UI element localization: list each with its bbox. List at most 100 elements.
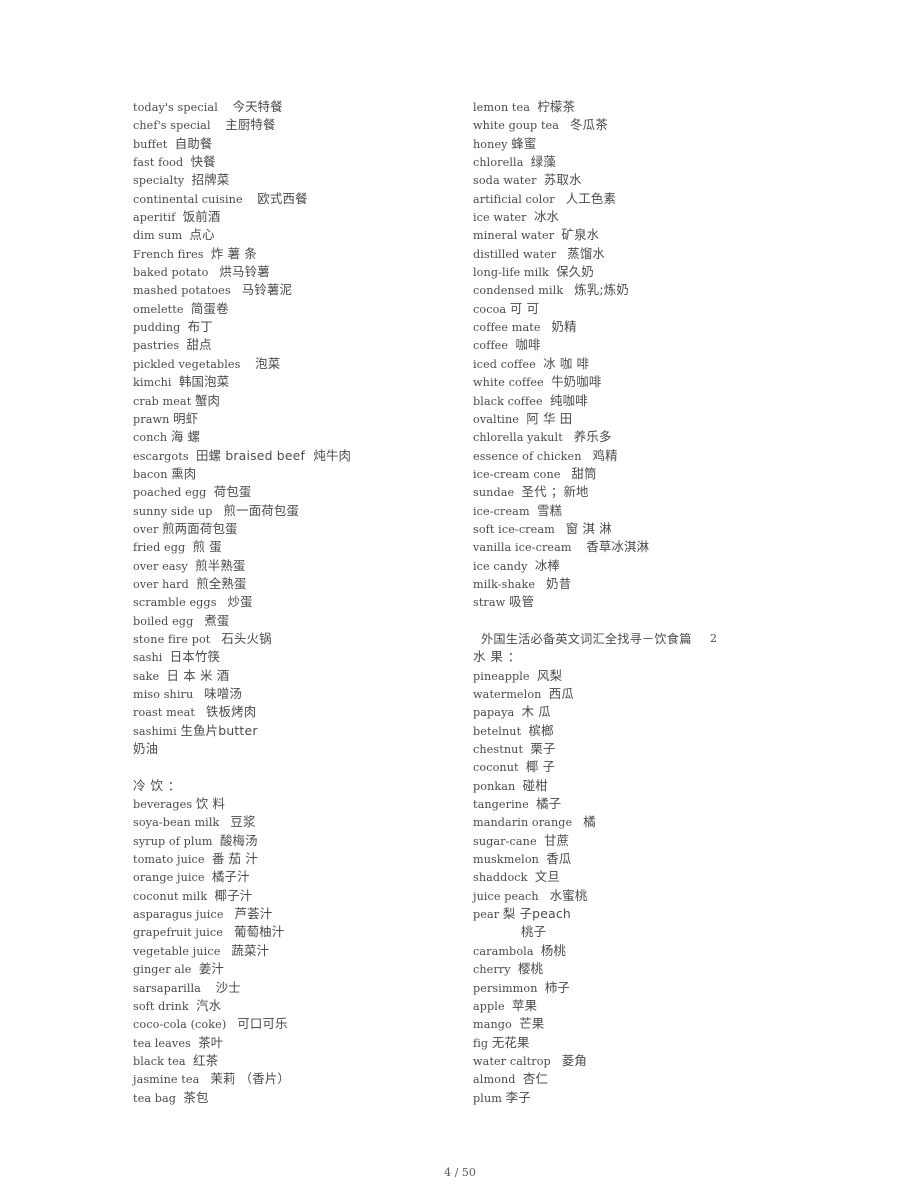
entry-term-zh: 槟榔 bbox=[528, 722, 554, 738]
entry-term-en: carambola bbox=[473, 944, 534, 958]
entry-term-en: baked potato bbox=[133, 266, 209, 280]
entry-term-en: chef's special bbox=[133, 119, 211, 133]
entry-term-en: tangerine bbox=[473, 798, 529, 812]
glossary-entry: soft drink 汽水 bbox=[133, 997, 453, 1015]
running-header-number: 2 bbox=[710, 631, 717, 645]
entry-gap bbox=[563, 284, 574, 297]
entry-term-en: cherry bbox=[473, 963, 511, 977]
entry-term-en: grapefruit juice bbox=[133, 926, 224, 940]
entry-term-zh: 杏仁 bbox=[522, 1071, 549, 1087]
glossary-entry: tea leaves 茶叶 bbox=[133, 1034, 453, 1052]
entry-term-en: miso shiru bbox=[133, 688, 194, 701]
entry-term-zh: 苹果 bbox=[512, 997, 538, 1013]
entry-term-en: pear bbox=[473, 908, 500, 922]
entry-gap bbox=[538, 982, 545, 995]
glossary-entry: chef's special 主厨特餐 bbox=[133, 116, 453, 134]
glossary-entry: bacon 熏肉 bbox=[133, 465, 453, 483]
entry-term-en: orange juice bbox=[133, 871, 205, 885]
glossary-entry: straw 吸管 bbox=[473, 593, 803, 611]
glossary-entry: sundae 圣代 ；新地 bbox=[473, 483, 803, 501]
entry-term-en: conch bbox=[133, 431, 168, 445]
entry-term-en: pudding bbox=[133, 321, 181, 335]
entry-term-en: ice candy bbox=[473, 559, 528, 573]
entry-gap bbox=[537, 174, 544, 187]
entry-gap bbox=[219, 816, 230, 829]
entry-term-zh: 养乐多 bbox=[573, 429, 612, 445]
right-column: lemon tea 柠檬茶 white goup tea 冬瓜茶 honey 蜂蜜 c… bbox=[473, 98, 803, 1107]
entry-term-en: sarsaparilla bbox=[133, 981, 201, 995]
entry-term-en: buffet bbox=[133, 137, 168, 151]
entry-term-en: mandarin orange bbox=[473, 816, 573, 830]
entry-term-en: sake bbox=[133, 669, 160, 683]
entry-term-zh: 绿藻 bbox=[530, 154, 556, 170]
entry-term-en: sashi bbox=[133, 651, 163, 665]
glossary-entry: beverages 饮 料 bbox=[133, 795, 453, 813]
entry-gap bbox=[514, 486, 521, 499]
entry-gap bbox=[555, 193, 566, 206]
entry-term-zh: 菱角 bbox=[561, 1052, 587, 1068]
entry-gap bbox=[582, 450, 593, 463]
entry-term-en: cocoa bbox=[473, 302, 507, 316]
glossary-entry: kimchi 韩国泡菜 bbox=[133, 373, 453, 391]
glossary-entry: over easy 煎半熟蛋 bbox=[133, 557, 453, 575]
entry-gap bbox=[551, 1055, 562, 1068]
entry-gap bbox=[511, 963, 518, 976]
glossary-entry: stone fire pot 石头火锅 bbox=[133, 630, 453, 648]
entry-term-zh: 煎 蛋 bbox=[192, 539, 222, 555]
entry-term-zh: 人工色素 bbox=[565, 190, 617, 206]
entry-term-en: soft drink bbox=[133, 999, 189, 1013]
glossary-entry: chlorella yakult 养乐多 bbox=[473, 428, 803, 446]
entry-gap bbox=[172, 376, 179, 389]
glossary-entry: dim sum 点心 bbox=[133, 226, 453, 244]
entry-term-zh: 柿子 bbox=[544, 979, 571, 995]
entry-term-zh: 保久奶 bbox=[556, 264, 594, 280]
entry-term-en: tea leaves bbox=[133, 1036, 191, 1050]
glossary-entry: ice-cream cone 甜筒 bbox=[473, 465, 803, 483]
entry-term-en: muskmelon bbox=[473, 853, 539, 867]
entry-term-zh: 柠檬茶 bbox=[537, 99, 576, 114]
entry-term-en: ginger ale bbox=[133, 963, 192, 977]
entry-gap bbox=[186, 1055, 193, 1068]
entry-term-zh: 矿泉水 bbox=[561, 227, 600, 243]
entry-gap bbox=[162, 651, 169, 664]
glossary-entry: boiled egg 煮蛋 bbox=[133, 612, 453, 630]
entry-term-en: aperitif bbox=[133, 211, 176, 225]
entry-gap bbox=[541, 688, 548, 701]
entry-term-zh: 今天特餐 bbox=[232, 99, 283, 114]
entry-gap bbox=[220, 945, 231, 958]
document-running-header: 外国生活必备英文词汇全找寻－饮食篇 2 bbox=[473, 630, 803, 648]
entry-gap bbox=[241, 358, 256, 371]
entry-term-zh: 圣代 ；新地 bbox=[521, 484, 589, 500]
entry-gap bbox=[175, 211, 182, 224]
entry-gap bbox=[206, 486, 213, 499]
entry-term-en: juice peach bbox=[473, 889, 539, 903]
entry-gap bbox=[231, 284, 242, 297]
glossary-entry: carambola 杨桃 bbox=[473, 942, 803, 960]
entry-term-en: sunny side up bbox=[133, 504, 213, 518]
glossary-entry: escargots 田螺 braised beef 炖牛肉 bbox=[133, 447, 453, 465]
entry-gap bbox=[199, 1073, 210, 1086]
entry-gap bbox=[207, 890, 214, 903]
entry-term-zh: 红茶 bbox=[193, 1052, 219, 1068]
entry-term-zh: 茉莉 （香片） bbox=[210, 1071, 290, 1087]
entry-term-en: lemon tea bbox=[473, 101, 530, 114]
entry-term-zh: 泡菜 bbox=[255, 355, 281, 371]
entry-gap bbox=[515, 780, 522, 793]
entry-gap bbox=[521, 725, 528, 738]
entry-term-en: fried egg bbox=[133, 541, 186, 555]
entry-term-en: bacon bbox=[133, 467, 168, 481]
entry-gap bbox=[527, 211, 534, 224]
entry-term-zh: 冰水 bbox=[533, 209, 560, 225]
entry-term-zh: 吸管 bbox=[509, 594, 535, 610]
entry-gap bbox=[210, 633, 221, 646]
entry-term-zh: 橘子汁 bbox=[211, 869, 250, 885]
entry-term-en: pastries bbox=[133, 339, 180, 353]
entry-gap bbox=[505, 1000, 512, 1013]
entry-term-en: watermelon bbox=[473, 688, 542, 701]
entry-term-zh: 咖啡 bbox=[515, 337, 541, 353]
entry-gap bbox=[523, 156, 530, 169]
entry-term-en: ice-cream cone bbox=[473, 467, 561, 481]
entry-term-en: crab meat bbox=[133, 394, 192, 408]
entry-term-zh: 布丁 bbox=[187, 319, 213, 335]
